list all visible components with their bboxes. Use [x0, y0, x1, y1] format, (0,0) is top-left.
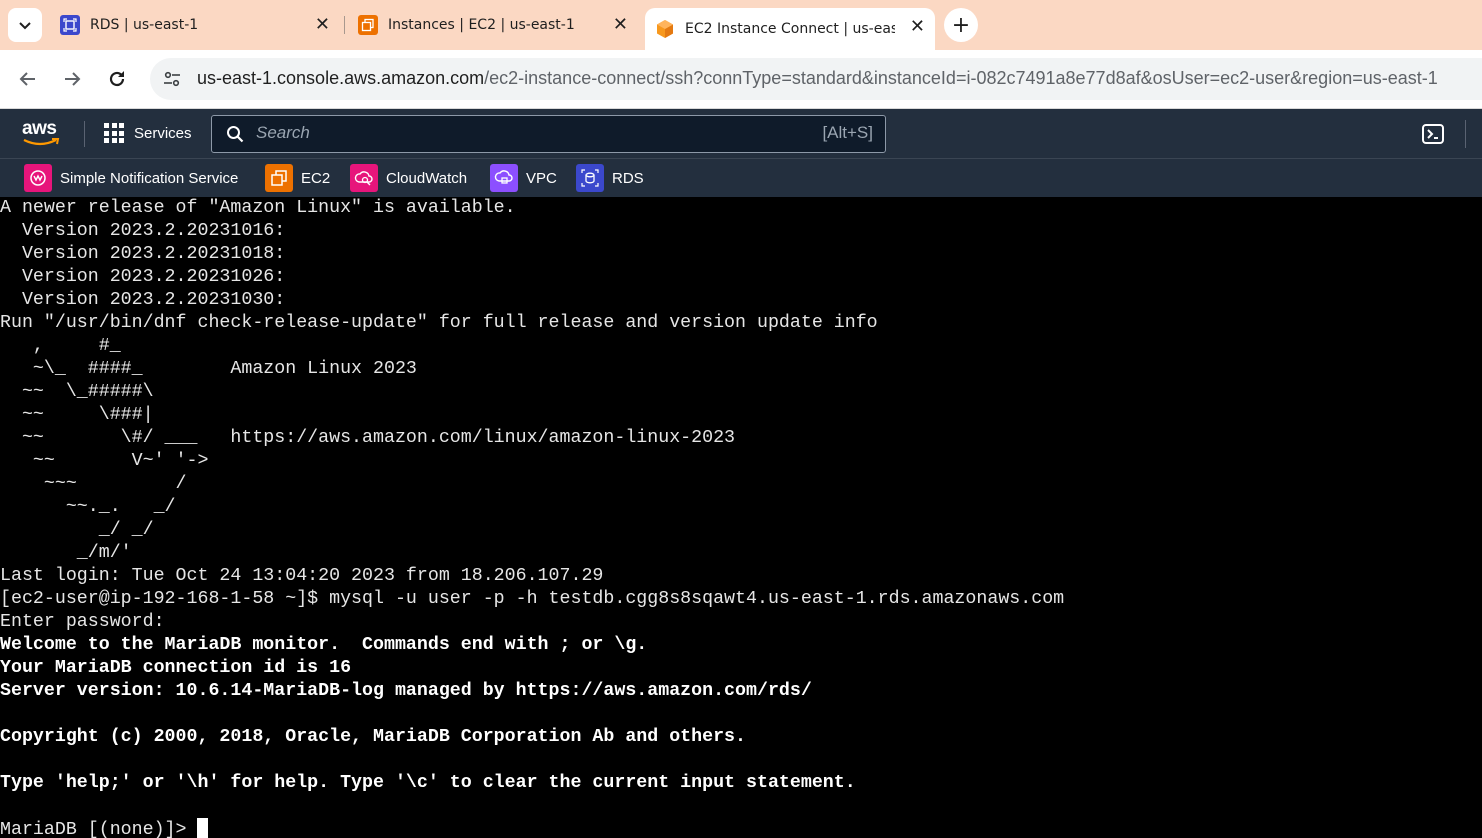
ec2-icon — [265, 164, 293, 192]
browser-tab-strip: RDS | us-east-1 ✕ Instances | EC2 | us-e… — [0, 0, 1482, 50]
aws-cube-favicon-icon — [655, 19, 675, 39]
favorite-label: VPC — [526, 169, 557, 187]
search-icon — [227, 126, 244, 143]
tab-title: RDS | us-east-1 — [90, 17, 199, 33]
terminal-command-line: [ec2-user@ip-192-168-1-58 ~]$ mysql -u u… — [0, 589, 1065, 609]
sns-icon — [24, 164, 52, 192]
terminal-line: Version 2023.2.20231030: — [0, 290, 286, 310]
aws-smile-icon — [23, 138, 60, 146]
forward-button[interactable] — [58, 65, 86, 93]
terminal-line: Enter password: — [0, 612, 165, 632]
aws-console-header: aws Services Search [Alt+S] — [0, 109, 1482, 158]
terminal-cursor[interactable] — [197, 818, 209, 838]
favorite-label: CloudWatch — [386, 169, 468, 187]
ascii-art-line: ~~~ / — [0, 474, 187, 494]
terminal-line: Your MariaDB connection id is 16 — [0, 658, 352, 678]
tab-title: Instances | EC2 | us-east-1 — [388, 17, 575, 33]
rds-icon — [576, 164, 604, 192]
terminal-line: Run "/usr/bin/dnf check-release-update" … — [0, 313, 878, 333]
close-icon[interactable]: ✕ — [910, 16, 925, 38]
favorites-bar: Simple Notification Service EC2 CloudWat… — [0, 158, 1482, 198]
cloudshell-icon[interactable] — [1422, 124, 1444, 144]
services-label: Services — [134, 124, 192, 142]
favorite-vpc[interactable]: VPC — [490, 164, 557, 192]
terminal-window[interactable]: A newer release of "Amazon Linux" is ava… — [0, 197, 1482, 838]
cloudwatch-icon — [350, 164, 378, 192]
terminal-line: Version 2023.2.20231016: — [0, 221, 286, 241]
url-text: us-east-1.console.aws.amazon.com/ec2-ins… — [197, 68, 1438, 89]
ascii-art-line: ~\_ ####_ Amazon Linux 2023 — [0, 359, 417, 379]
back-button[interactable] — [14, 65, 42, 93]
favorite-label: Simple Notification Service — [60, 169, 239, 187]
rds-favicon-icon — [60, 15, 80, 35]
arrow-left-icon — [19, 72, 35, 86]
terminal-line: Version 2023.2.20231018: — [0, 244, 286, 264]
console-search-input[interactable]: Search [Alt+S] — [211, 115, 886, 153]
plus-icon: + — [951, 12, 971, 38]
aws-logo-text: aws — [22, 118, 57, 139]
terminal-line: Copyright (c) 2000, 2018, Oracle, MariaD… — [0, 727, 746, 747]
url-path: /ec2-instance-connect/ssh?connType=stand… — [484, 68, 1438, 88]
ascii-art-line: ~~ \#/ ___ https://aws.amazon.com/linux/… — [0, 428, 736, 448]
tab-title: EC2 Instance Connect | us-eas — [685, 21, 895, 37]
favorite-label: EC2 — [301, 169, 331, 187]
services-menu-button[interactable]: Services — [104, 123, 192, 143]
reload-icon — [109, 71, 125, 87]
ascii-art-line: ~~ V~' '-> — [0, 451, 209, 471]
chevron-down-icon — [19, 22, 31, 30]
terminal-output: A newer release of "Amazon Linux" is ava… — [0, 197, 1064, 838]
grid-icon — [104, 123, 124, 143]
header-divider — [1465, 120, 1466, 148]
terminal-line: Type 'help;' or '\h' for help. Type '\c'… — [0, 773, 856, 793]
search-placeholder: Search — [256, 123, 310, 142]
reload-button[interactable] — [103, 65, 131, 93]
close-icon[interactable]: ✕ — [613, 14, 628, 36]
tab-ec2-instance-connect[interactable]: EC2 Instance Connect | us-eas ✕ — [645, 8, 935, 50]
aws-logo[interactable]: aws — [22, 119, 62, 147]
favorite-cloudwatch[interactable]: CloudWatch — [350, 164, 467, 192]
header-divider — [84, 121, 85, 147]
tab-rds[interactable]: RDS | us-east-1 ✕ — [50, 8, 340, 42]
search-shortcut: [Alt+S] — [822, 123, 873, 142]
ascii-art-line: ~~._. _/ — [0, 497, 176, 517]
terminal-line: Welcome to the MariaDB monitor. Commands… — [0, 635, 648, 655]
terminal-line: Server version: 10.6.14-MariaDB-log mana… — [0, 681, 812, 701]
site-info-icon[interactable] — [162, 69, 182, 89]
terminal-line: Last login: Tue Oct 24 13:04:20 2023 fro… — [0, 566, 604, 586]
tab-separator — [344, 16, 345, 34]
terminal-line: Version 2023.2.20231026: — [0, 267, 286, 287]
terminal-prompt: MariaDB [(none)]> — [0, 820, 198, 838]
url-host: us-east-1.console.aws.amazon.com — [197, 68, 485, 88]
terminal-line: A newer release of "Amazon Linux" is ava… — [0, 198, 516, 218]
tab-search-button[interactable] — [8, 8, 42, 42]
browser-toolbar: us-east-1.console.aws.amazon.com/ec2-ins… — [0, 50, 1482, 109]
tab-ec2-instances[interactable]: Instances | EC2 | us-east-1 ✕ — [348, 8, 638, 42]
close-icon[interactable]: ✕ — [315, 14, 330, 36]
arrow-right-icon — [65, 72, 81, 86]
ascii-art-line: , #_ — [0, 336, 121, 356]
favorite-ec2[interactable]: EC2 — [265, 164, 330, 192]
ascii-art-line: ~~ \###| — [0, 405, 154, 425]
ascii-art-line: ~~ \_#####\ — [0, 382, 154, 402]
favorite-rds[interactable]: RDS — [576, 164, 644, 192]
ascii-art-line: _/m/' — [0, 543, 132, 563]
new-tab-button[interactable]: + — [944, 8, 978, 42]
ec2-favicon-icon — [358, 15, 378, 35]
address-bar[interactable]: us-east-1.console.aws.amazon.com/ec2-ins… — [150, 58, 1482, 100]
ascii-art-line: _/ _/ — [0, 520, 154, 540]
favorite-sns[interactable]: Simple Notification Service — [24, 164, 238, 192]
favorite-label: RDS — [612, 169, 644, 187]
vpc-icon — [490, 164, 518, 192]
